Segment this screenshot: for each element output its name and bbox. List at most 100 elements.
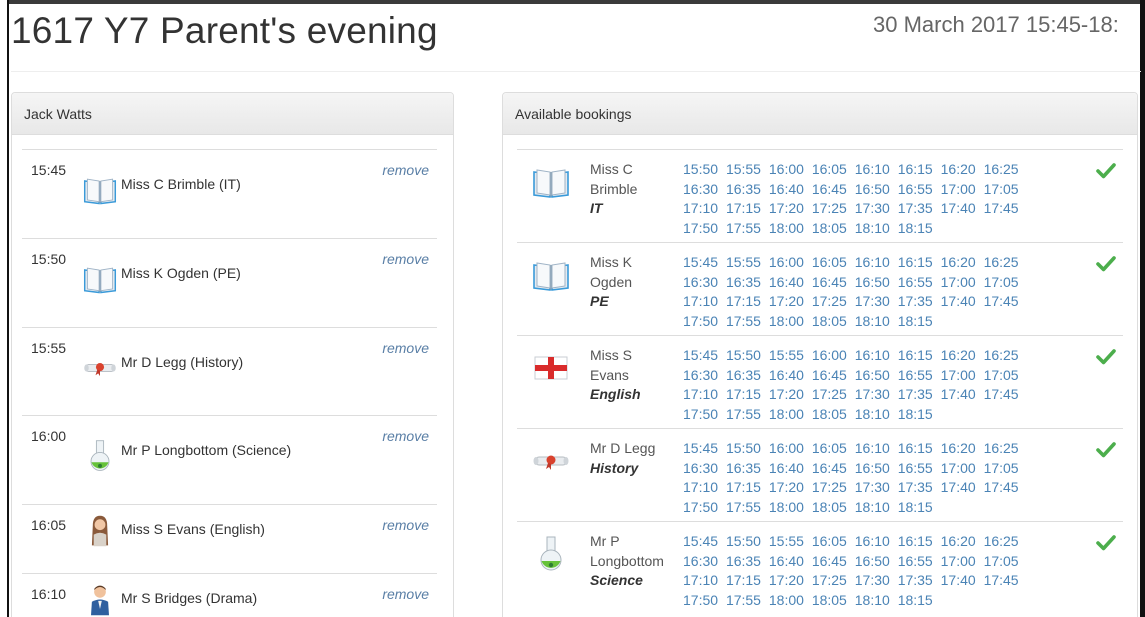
time-slot-link[interactable]: 16:05 (812, 254, 847, 270)
time-slot-link[interactable]: 17:45 (984, 293, 1019, 309)
time-slot-link[interactable]: 18:05 (812, 406, 847, 422)
time-slot-link[interactable]: 16:20 (941, 161, 976, 177)
time-slot-link[interactable]: 18:00 (769, 592, 804, 608)
time-slot-link[interactable]: 18:10 (855, 499, 890, 515)
time-slot-link[interactable]: 17:55 (726, 592, 761, 608)
time-slot-link[interactable]: 18:10 (855, 406, 890, 422)
time-slot-link[interactable]: 17:50 (683, 406, 718, 422)
time-slot-link[interactable]: 17:40 (941, 200, 976, 216)
time-slot-link[interactable]: 16:35 (726, 181, 761, 197)
time-slot-link[interactable]: 16:40 (769, 367, 804, 383)
time-slot-link[interactable]: 17:35 (898, 386, 933, 402)
remove-link[interactable]: remove (382, 517, 429, 533)
time-slot-link[interactable]: 16:15 (898, 533, 933, 549)
time-slot-link[interactable]: 16:15 (898, 347, 933, 363)
time-slot-link[interactable]: 16:25 (984, 254, 1019, 270)
remove-link[interactable]: remove (382, 428, 429, 444)
time-slot-link[interactable]: 16:00 (812, 347, 847, 363)
time-slot-link[interactable]: 17:45 (984, 572, 1019, 588)
time-slot-link[interactable]: 18:05 (812, 499, 847, 515)
time-slot-link[interactable]: 17:50 (683, 220, 718, 236)
time-slot-link[interactable]: 17:00 (941, 553, 976, 569)
time-slot-link[interactable]: 17:20 (769, 386, 804, 402)
remove-link[interactable]: remove (382, 586, 429, 602)
time-slot-link[interactable]: 17:00 (941, 367, 976, 383)
time-slot-link[interactable]: 17:15 (726, 572, 761, 588)
time-slot-link[interactable]: 16:55 (898, 274, 933, 290)
time-slot-link[interactable]: 16:30 (683, 181, 718, 197)
time-slot-link[interactable]: 16:15 (898, 440, 933, 456)
time-slot-link[interactable]: 16:30 (683, 274, 718, 290)
time-slot-link[interactable]: 17:35 (898, 572, 933, 588)
time-slot-link[interactable]: 17:00 (941, 274, 976, 290)
time-slot-link[interactable]: 17:20 (769, 572, 804, 588)
time-slot-link[interactable]: 17:30 (855, 386, 890, 402)
time-slot-link[interactable]: 16:00 (769, 254, 804, 270)
time-slot-link[interactable]: 15:50 (726, 533, 761, 549)
time-slot-link[interactable]: 15:45 (683, 533, 718, 549)
time-slot-link[interactable]: 17:15 (726, 200, 761, 216)
time-slot-link[interactable]: 16:05 (812, 161, 847, 177)
time-slot-link[interactable]: 16:05 (812, 440, 847, 456)
time-slot-link[interactable]: 18:05 (812, 592, 847, 608)
time-slot-link[interactable]: 16:25 (984, 347, 1019, 363)
time-slot-link[interactable]: 16:40 (769, 181, 804, 197)
time-slot-link[interactable]: 16:45 (812, 367, 847, 383)
time-slot-link[interactable]: 16:50 (855, 553, 890, 569)
time-slot-link[interactable]: 17:40 (941, 572, 976, 588)
time-slot-link[interactable]: 17:10 (683, 386, 718, 402)
time-slot-link[interactable]: 17:30 (855, 293, 890, 309)
time-slot-link[interactable]: 16:10 (855, 533, 890, 549)
time-slot-link[interactable]: 16:55 (898, 553, 933, 569)
time-slot-link[interactable]: 16:30 (683, 553, 718, 569)
time-slot-link[interactable]: 17:45 (984, 386, 1019, 402)
time-slot-link[interactable]: 17:30 (855, 200, 890, 216)
time-slot-link[interactable]: 17:55 (726, 220, 761, 236)
time-slot-link[interactable]: 17:40 (941, 386, 976, 402)
time-slot-link[interactable]: 15:45 (683, 440, 718, 456)
time-slot-link[interactable]: 16:15 (898, 254, 933, 270)
time-slot-link[interactable]: 17:05 (984, 367, 1019, 383)
time-slot-link[interactable]: 17:50 (683, 592, 718, 608)
time-slot-link[interactable]: 16:25 (984, 161, 1019, 177)
remove-link[interactable]: remove (382, 340, 429, 356)
time-slot-link[interactable]: 16:30 (683, 367, 718, 383)
time-slot-link[interactable]: 16:20 (941, 533, 976, 549)
time-slot-link[interactable]: 18:15 (898, 406, 933, 422)
time-slot-link[interactable]: 17:25 (812, 479, 847, 495)
time-slot-link[interactable]: 15:50 (683, 161, 718, 177)
time-slot-link[interactable]: 17:00 (941, 181, 976, 197)
time-slot-link[interactable]: 15:45 (683, 347, 718, 363)
time-slot-link[interactable]: 17:50 (683, 313, 718, 329)
time-slot-link[interactable]: 16:55 (898, 460, 933, 476)
time-slot-link[interactable]: 17:10 (683, 293, 718, 309)
time-slot-link[interactable]: 16:25 (984, 440, 1019, 456)
time-slot-link[interactable]: 16:40 (769, 460, 804, 476)
time-slot-link[interactable]: 16:50 (855, 460, 890, 476)
time-slot-link[interactable]: 16:45 (812, 274, 847, 290)
time-slot-link[interactable]: 18:05 (812, 313, 847, 329)
time-slot-link[interactable]: 17:20 (769, 479, 804, 495)
time-slot-link[interactable]: 16:25 (984, 533, 1019, 549)
remove-link[interactable]: remove (382, 162, 429, 178)
time-slot-link[interactable]: 15:55 (726, 254, 761, 270)
time-slot-link[interactable]: 15:55 (769, 347, 804, 363)
time-slot-link[interactable]: 18:00 (769, 406, 804, 422)
time-slot-link[interactable]: 17:25 (812, 200, 847, 216)
time-slot-link[interactable]: 16:10 (855, 440, 890, 456)
time-slot-link[interactable]: 17:40 (941, 293, 976, 309)
time-slot-link[interactable]: 17:20 (769, 200, 804, 216)
time-slot-link[interactable]: 17:35 (898, 200, 933, 216)
time-slot-link[interactable]: 16:40 (769, 274, 804, 290)
time-slot-link[interactable]: 16:00 (769, 440, 804, 456)
time-slot-link[interactable]: 15:50 (726, 440, 761, 456)
time-slot-link[interactable]: 17:35 (898, 293, 933, 309)
time-slot-link[interactable]: 17:15 (726, 386, 761, 402)
time-slot-link[interactable]: 16:20 (941, 440, 976, 456)
time-slot-link[interactable]: 16:45 (812, 460, 847, 476)
time-slot-link[interactable]: 18:15 (898, 220, 933, 236)
time-slot-link[interactable]: 17:50 (683, 499, 718, 515)
time-slot-link[interactable]: 18:15 (898, 313, 933, 329)
time-slot-link[interactable]: 15:55 (769, 533, 804, 549)
time-slot-link[interactable]: 16:20 (941, 347, 976, 363)
